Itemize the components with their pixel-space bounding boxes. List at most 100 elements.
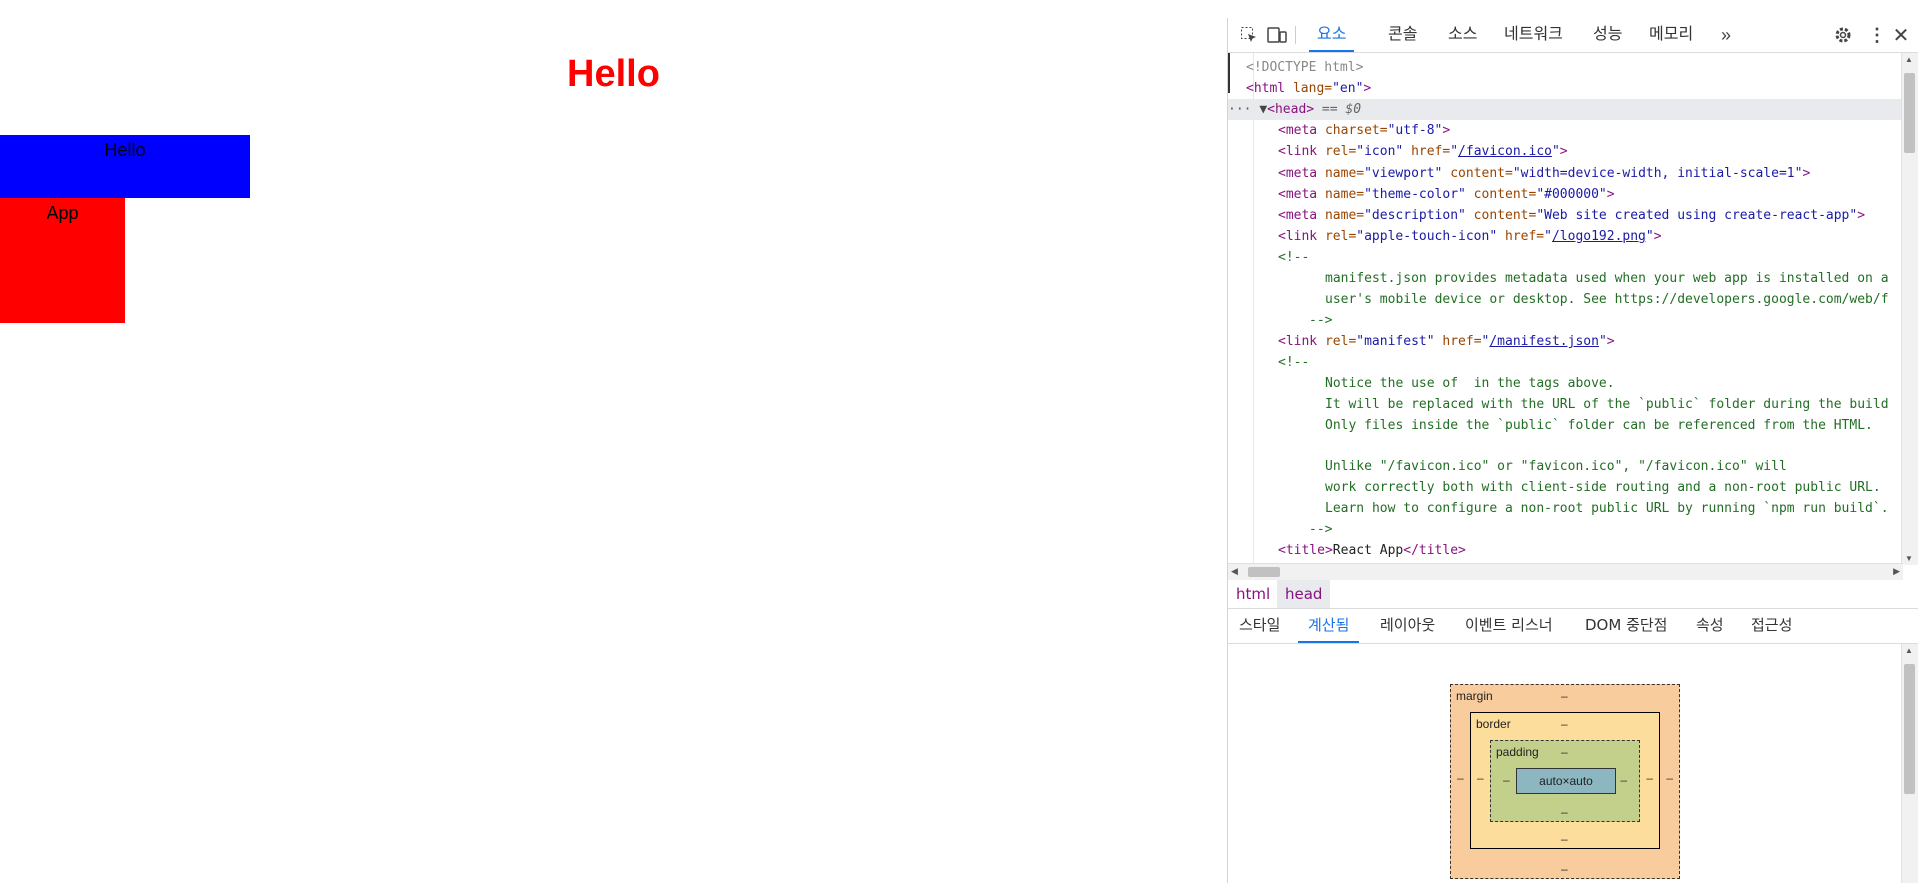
comment2-line-a: Notice the use of in the tags above.	[1325, 376, 1615, 391]
hello-box: Hello	[0, 135, 250, 198]
scroll-up-icon[interactable]: ▲	[1905, 55, 1913, 64]
elements-gutter	[1228, 53, 1254, 563]
html-lang-attr: lang=	[1285, 81, 1333, 96]
comment2-open[interactable]: <!--	[1278, 352, 1918, 373]
tab-memory[interactable]: 메모리	[1649, 18, 1693, 52]
gear-icon[interactable]	[1830, 22, 1856, 48]
manifest-rel: "manifest"	[1356, 334, 1435, 349]
html-lang-value: "en"	[1332, 81, 1364, 96]
collapse-triangle-icon[interactable]: ▼	[1259, 102, 1267, 117]
double-chevron-right-icon[interactable]: »	[1713, 22, 1739, 48]
theme-content: "#000000"	[1536, 187, 1607, 202]
comment1-line-a: manifest.json provides metadata used whe…	[1325, 271, 1889, 286]
cursor-marker	[1228, 53, 1230, 93]
tab-event-listeners[interactable]: 이벤트 리스너	[1465, 609, 1553, 643]
meta-theme-node[interactable]: <meta name="theme-color" content="#00000…	[1278, 184, 1918, 205]
margin-left-value: –	[1457, 771, 1464, 785]
scroll-right-icon[interactable]: ▶	[1893, 566, 1900, 577]
html-tag-close: >	[1363, 81, 1372, 96]
computed-scrollbar[interactable]: ▲	[1901, 644, 1918, 883]
link-apple-node[interactable]: <link rel="apple-touch-icon" href="/logo…	[1278, 226, 1918, 247]
meta-viewport-node[interactable]: <meta name="viewport" content="width=dev…	[1278, 163, 1918, 184]
link-manifest-node[interactable]: <link rel="manifest" href="/manifest.jso…	[1278, 331, 1918, 352]
comment1-line-b: user's mobile device or desktop. See htt…	[1325, 292, 1889, 307]
padding-right-value: –	[1620, 773, 1627, 787]
device-toolbar-icon[interactable]	[1264, 22, 1290, 48]
tab-dom-breakpoints[interactable]: DOM 중단점	[1585, 609, 1667, 643]
computed-scroll-up-icon[interactable]: ▲	[1905, 646, 1913, 655]
toolbar-divider	[1295, 26, 1296, 44]
page-viewport: Hello Hello App	[0, 0, 1227, 883]
box-model-padding[interactable]: padding – – – – auto×auto	[1490, 740, 1640, 822]
sidebar-tabs: 스타일 계산됨 레이아웃 이벤트 리스너 DOM 중단점 속성 접근성	[1228, 609, 1918, 644]
link-icon-rel: "icon"	[1356, 144, 1404, 159]
comment1-open[interactable]: <!--	[1278, 247, 1918, 268]
apple-rel: "apple-touch-icon"	[1356, 229, 1498, 244]
computed-scroll-thumb[interactable]	[1904, 664, 1915, 794]
tab-computed[interactable]: 계산됨	[1298, 609, 1360, 643]
margin-bottom-value: –	[1561, 862, 1568, 876]
scroll-down-icon[interactable]: ▼	[1905, 554, 1913, 563]
comment2-line-e: work correctly both with client-side rou…	[1325, 480, 1881, 495]
html-node[interactable]: <html lang="en">	[1246, 78, 1916, 99]
doctype-line[interactable]: <!DOCTYPE html>	[1246, 57, 1916, 78]
box-model-content[interactable]: auto×auto	[1516, 768, 1616, 794]
title-text: React App	[1332, 543, 1404, 558]
title-node[interactable]: <title>React App</title>	[1278, 540, 1918, 561]
description-content: "Web site created using create-react-app…	[1536, 208, 1858, 223]
padding-label: padding	[1496, 745, 1539, 759]
margin-label: margin	[1456, 689, 1493, 703]
link-icon-node[interactable]: <link rel="icon" href="/favicon.ico">	[1278, 141, 1918, 162]
tab-network[interactable]: 네트워크	[1504, 18, 1563, 52]
favicon-link[interactable]: /favicon.ico	[1458, 144, 1552, 159]
tab-sources[interactable]: 소스	[1448, 18, 1477, 52]
comment2-line-d: Unlike "/favicon.ico" or "favicon.ico", …	[1325, 459, 1787, 474]
description-name: "description"	[1364, 208, 1466, 223]
hscroll-thumb[interactable]	[1248, 567, 1280, 577]
tab-styles[interactable]: 스타일	[1239, 609, 1280, 643]
logo192-link[interactable]: /logo192.png	[1552, 229, 1646, 244]
box-model-margin[interactable]: margin – – – – border – – – – padding – …	[1450, 684, 1680, 879]
head-node[interactable]: ··· ▼<head> == $0	[1228, 99, 1903, 120]
ellipsis-icon[interactable]: ···	[1228, 102, 1259, 117]
tab-console[interactable]: 콘솔	[1388, 18, 1417, 52]
elements-vertical-scrollbar[interactable]: ▲ ▼	[1901, 53, 1918, 565]
title-close-tag: </title>	[1403, 543, 1466, 558]
theme-name: "theme-color"	[1364, 187, 1466, 202]
tab-accessibility[interactable]: 접근성	[1751, 609, 1792, 643]
comment2-line-b: It will be replaced with the URL of the …	[1325, 397, 1889, 412]
viewport-content: "width=device-width, initial-scale=1"	[1512, 166, 1803, 181]
meta-charset-value: "utf-8"	[1387, 123, 1443, 138]
meta-charset-attr: charset=	[1324, 123, 1388, 138]
breadcrumb-head[interactable]: head	[1277, 580, 1331, 608]
border-left-value: –	[1477, 771, 1484, 785]
elements-horizontal-scrollbar[interactable]: ◀ ▶	[1228, 563, 1903, 580]
scroll-left-icon[interactable]: ◀	[1231, 566, 1238, 577]
margin-right-value: –	[1666, 771, 1673, 785]
tab-elements[interactable]: 요소	[1309, 18, 1355, 52]
comment2-close: -->	[1309, 522, 1333, 537]
border-bottom-value: –	[1561, 832, 1568, 846]
meta-charset-node[interactable]: <meta charset="utf-8">	[1278, 120, 1918, 141]
tab-layout[interactable]: 레이아웃	[1380, 609, 1435, 643]
title-open-tag: <title>	[1278, 543, 1333, 558]
app-box: App	[0, 198, 125, 323]
tab-properties[interactable]: 속성	[1696, 609, 1724, 643]
devtools-toolbar: 요소 콘솔 소스 네트워크 성능 메모리 » ⋮ ✕	[1228, 18, 1918, 53]
viewport-name: "viewport"	[1364, 166, 1443, 181]
padding-left-value: –	[1503, 773, 1510, 787]
manifest-link[interactable]: /manifest.json	[1489, 334, 1599, 349]
box-model-border[interactable]: border – – – – padding – – – – auto×auto	[1470, 712, 1660, 849]
tab-performance[interactable]: 성능	[1593, 18, 1622, 52]
breadcrumb-html[interactable]: html	[1228, 580, 1278, 608]
inspect-element-icon[interactable]	[1236, 22, 1262, 48]
computed-pane: margin – – – – border – – – – padding – …	[1228, 644, 1903, 883]
close-icon[interactable]: ✕	[1888, 22, 1914, 48]
border-right-value: –	[1646, 771, 1653, 785]
more-vertical-icon[interactable]: ⋮	[1864, 22, 1890, 48]
html-tag: <html	[1246, 81, 1286, 96]
scroll-thumb[interactable]	[1904, 73, 1915, 153]
meta-description-node[interactable]: <meta name="description" content="Web si…	[1278, 205, 1918, 226]
comment1-close: -->	[1309, 313, 1333, 328]
breadcrumb: html head	[1228, 580, 1918, 609]
